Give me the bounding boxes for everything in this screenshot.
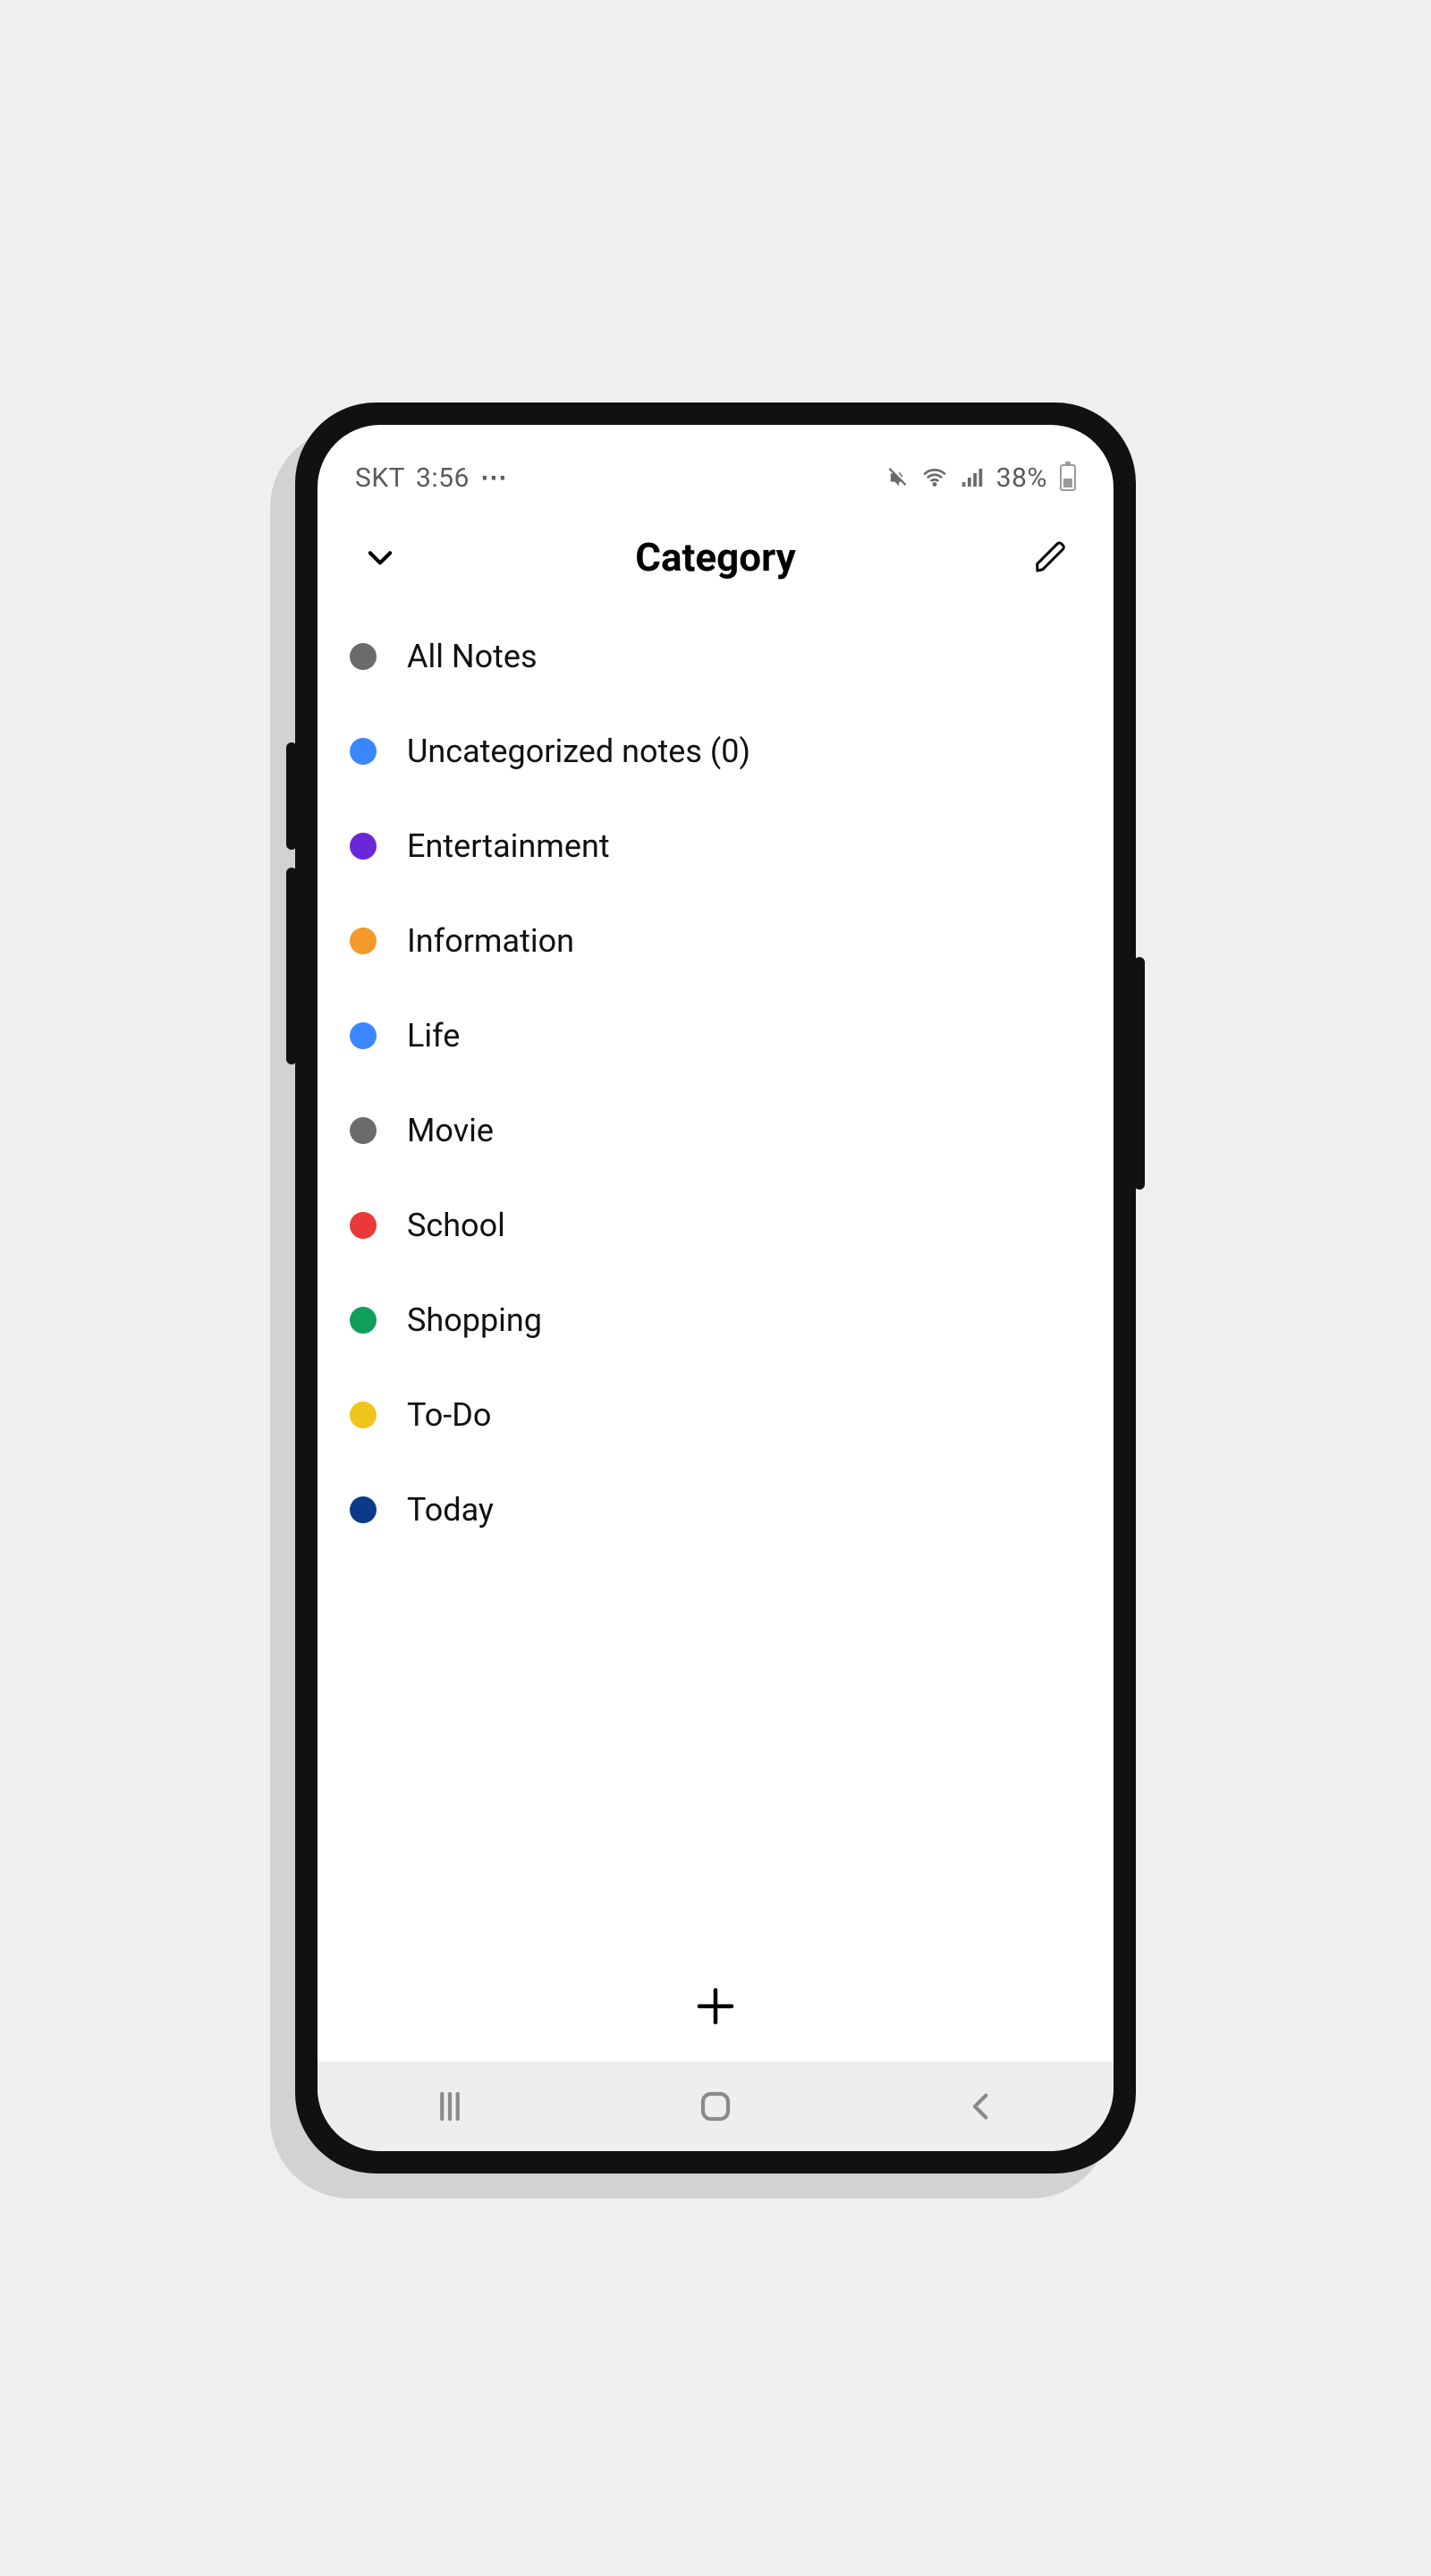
add-area xyxy=(318,1960,1113,2062)
category-item[interactable]: Shopping xyxy=(337,1273,1094,1368)
battery-icon xyxy=(1060,464,1076,491)
category-color-dot xyxy=(350,1307,377,1334)
category-item[interactable]: All Notes xyxy=(337,609,1094,704)
category-item[interactable]: Life xyxy=(337,988,1094,1083)
mute-icon xyxy=(885,465,910,490)
wifi-icon xyxy=(921,464,948,491)
category-label: Shopping xyxy=(407,1301,542,1339)
app-header: Category xyxy=(318,505,1113,600)
screen: SKT 3:56 ⋯ 38% xyxy=(318,425,1113,2151)
signal-icon xyxy=(959,464,986,491)
category-item[interactable]: Today xyxy=(337,1462,1094,1557)
category-label: Entertainment xyxy=(407,827,610,865)
category-list: All Notes Uncategorized notes (0) Entertai… xyxy=(318,600,1113,1960)
category-item[interactable]: To-Do xyxy=(337,1368,1094,1462)
nav-back-button[interactable] xyxy=(927,2062,1035,2151)
system-nav-bar xyxy=(318,2062,1113,2151)
category-item[interactable]: Movie xyxy=(337,1083,1094,1178)
page-title: Category xyxy=(405,534,1026,580)
category-label: Life xyxy=(407,1017,460,1055)
add-category-button[interactable] xyxy=(687,1978,744,2035)
nav-recents-button[interactable] xyxy=(396,2062,504,2151)
category-item[interactable]: Uncategorized notes (0) xyxy=(337,704,1094,799)
carrier-label: SKT xyxy=(355,462,405,494)
clock-label: 3:56 xyxy=(416,462,470,494)
category-color-dot xyxy=(350,1212,377,1239)
nav-home-button[interactable] xyxy=(662,2062,769,2151)
category-label: Today xyxy=(407,1491,494,1529)
category-label: To-Do xyxy=(407,1396,491,1434)
category-label: School xyxy=(407,1207,505,1244)
category-color-dot xyxy=(350,1496,377,1523)
status-more-icon: ⋯ xyxy=(480,462,509,494)
edit-button[interactable] xyxy=(1026,532,1076,582)
phone-frame: SKT 3:56 ⋯ 38% xyxy=(295,402,1136,2174)
category-item[interactable]: Information xyxy=(337,894,1094,988)
category-color-dot xyxy=(350,833,377,860)
category-item[interactable]: School xyxy=(337,1178,1094,1273)
category-color-dot xyxy=(350,738,377,765)
category-color-dot xyxy=(350,1402,377,1428)
category-color-dot xyxy=(350,928,377,954)
collapse-button[interactable] xyxy=(355,532,405,582)
category-label: Uncategorized notes (0) xyxy=(407,733,750,770)
category-color-dot xyxy=(350,643,377,670)
category-color-dot xyxy=(350,1117,377,1144)
battery-percentage: 38% xyxy=(996,462,1047,494)
status-bar: SKT 3:56 ⋯ 38% xyxy=(318,425,1113,505)
category-item[interactable]: Entertainment xyxy=(337,799,1094,894)
category-label: Movie xyxy=(407,1112,494,1149)
category-color-dot xyxy=(350,1022,377,1049)
category-label: All Notes xyxy=(407,638,538,675)
category-label: Information xyxy=(407,922,574,960)
